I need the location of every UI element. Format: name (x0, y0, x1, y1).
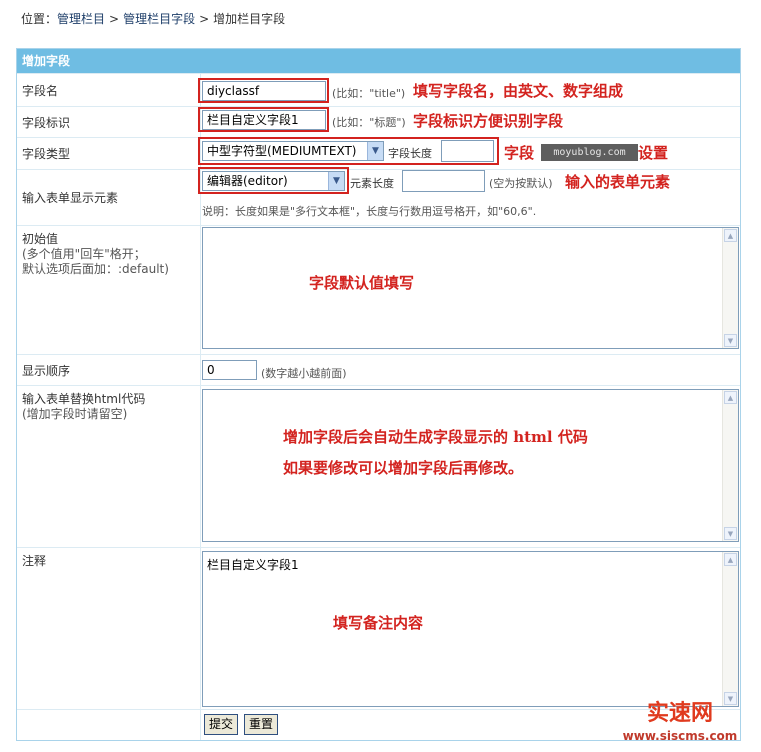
field-length-label: 字段长度 (388, 147, 432, 160)
breadcrumb-separator: > (109, 12, 120, 26)
breadcrumb-current: 增加栏目字段 (213, 12, 286, 26)
scroll-down-icon[interactable]: ▼ (724, 527, 737, 540)
field-ident-annotation: 字段标识方便识别字段 (413, 112, 564, 130)
logo-main-text: 实速网 (646, 701, 713, 726)
field-type-annotation-end: 设置 (638, 144, 669, 162)
input-element-annotation: 输入的表单元素 (565, 173, 671, 191)
field-ident-note: (比如："标题") (332, 116, 406, 129)
logo-url-text: www.siscms.com (622, 729, 738, 743)
default-value-label: 初始值 (22, 232, 59, 246)
reset-button[interactable]: 重置 (244, 714, 279, 735)
field-name-label: 字段名 (17, 74, 201, 106)
comment-textarea[interactable]: 栏目自定义字段1 ▲ ▼ (202, 551, 739, 707)
input-element-label: 输入表单显示元素 (17, 170, 201, 225)
submit-button[interactable]: 提交 (204, 714, 239, 735)
row-display-order: 显示顺序 (17, 354, 740, 385)
comment-label: 注释 (22, 554, 47, 568)
element-length-input[interactable] (402, 170, 485, 192)
element-length-note: (空为按默认) (489, 177, 553, 190)
breadcrumb: 位置：管理栏目 > 管理栏目字段 > 增加栏目字段 (21, 10, 285, 27)
field-type-select[interactable]: 中型字符型(MEDIUMTEXT) ▼ (202, 141, 384, 161)
default-value-hint: (多个值用"回车"格开； 默认选项后面加：:default) (22, 247, 169, 276)
display-order-note: (数字越小越前面) (261, 367, 347, 380)
comment-label-cell: 注释 (17, 548, 201, 709)
scroll-up-icon[interactable]: ▲ (724, 391, 737, 404)
element-length-label: 元素长度 (350, 177, 394, 190)
field-type-annotation-start: 字段 (504, 144, 535, 162)
display-order-label: 显示顺序 (17, 355, 201, 385)
chevron-down-icon[interactable]: ▼ (328, 172, 344, 190)
watermark: moyublog.com (541, 144, 638, 161)
scrollbar[interactable]: ▲ ▼ (722, 552, 738, 706)
html-code-label-cell: 输入表单替换html代码 (增加字段时请留空) (17, 386, 201, 547)
input-element-help: 说明：长度如果是"多行文本框"，长度与行数用逗号格开，如"60,6". (202, 205, 537, 218)
default-value-annotation: 字段默认值填写 (309, 274, 415, 292)
html-code-annotation-line2: 如果要修改可以增加字段后再修改。 (283, 459, 524, 477)
field-ident-label: 字段标识 (17, 107, 201, 137)
scrollbar[interactable]: ▲ ▼ (722, 390, 738, 541)
scroll-up-icon[interactable]: ▲ (724, 553, 737, 566)
breadcrumb-manage-fields[interactable]: 管理栏目字段 (123, 12, 195, 26)
scroll-up-icon[interactable]: ▲ (724, 229, 737, 242)
comment-text: 栏目自定义字段1 (207, 558, 299, 572)
breadcrumb-prefix: 位置： (21, 12, 58, 26)
html-code-label: 输入表单替换html代码 (22, 392, 146, 406)
field-name-input[interactable]: diyclassf (202, 81, 326, 101)
scrollbar[interactable]: ▲ ▼ (722, 228, 738, 348)
breadcrumb-separator: > (199, 12, 210, 26)
field-ident-input[interactable]: 栏目自定义字段1 (202, 110, 326, 130)
buttons-label-cell (17, 710, 201, 740)
html-code-hint: (增加字段时请留空) (22, 407, 128, 421)
default-value-textarea[interactable]: ▲ ▼ (202, 227, 739, 349)
chevron-down-icon[interactable]: ▼ (367, 142, 383, 160)
breadcrumb-manage-columns[interactable]: 管理栏目 (57, 12, 105, 26)
html-code-annotation-line1: 增加字段后会自动生成字段显示的 html 代码 (283, 428, 588, 446)
input-element-select[interactable]: 编辑器(editor) ▼ (202, 171, 345, 191)
input-element-selected: 编辑器(editor) (207, 174, 288, 188)
scroll-down-icon[interactable]: ▼ (724, 334, 737, 347)
field-length-input[interactable] (441, 140, 494, 162)
panel-title: 增加字段 (17, 49, 740, 73)
display-order-input[interactable]: 0 (202, 360, 257, 380)
default-value-label-cell: 初始值 (多个值用"回车"格开； 默认选项后面加：:default) (17, 226, 201, 354)
comment-annotation: 填写备注内容 (333, 614, 424, 632)
field-name-note: (比如："title") (332, 87, 406, 100)
site-logo: 实速网 www.siscms.com (600, 700, 760, 752)
field-type-selected: 中型字符型(MEDIUMTEXT) (207, 144, 357, 158)
field-name-annotation: 填写字段名，由英文、数字组成 (413, 82, 624, 100)
field-type-label: 字段类型 (17, 138, 201, 169)
